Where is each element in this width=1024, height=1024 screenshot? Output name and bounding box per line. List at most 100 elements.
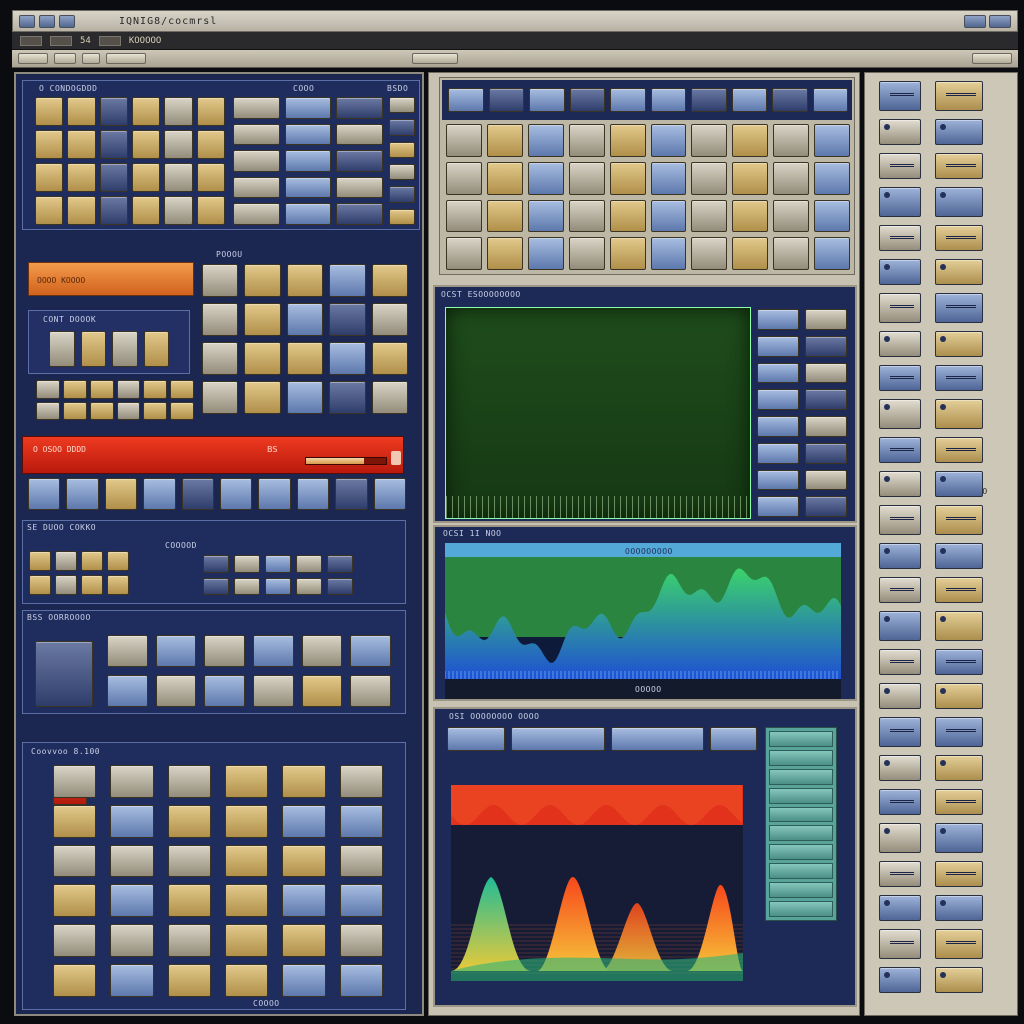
grid-a-button[interactable] [196, 163, 225, 192]
bss-button[interactable] [253, 675, 294, 707]
center-grid-button[interactable] [773, 199, 810, 233]
blue-row-button[interactable] [373, 478, 406, 510]
center-grid-button[interactable] [732, 124, 769, 157]
grid-a-button[interactable] [164, 97, 193, 126]
keypad-button[interactable] [110, 765, 154, 798]
right-column-button[interactable] [935, 895, 983, 921]
keypad-button[interactable] [110, 884, 154, 918]
mid-button[interactable] [329, 342, 366, 375]
center-grid-button[interactable] [527, 124, 564, 157]
toolbar-button-1[interactable] [18, 53, 48, 64]
se-b-button[interactable] [203, 577, 229, 595]
center-grid-button[interactable] [773, 237, 810, 270]
grid-b-button[interactable] [233, 150, 280, 172]
cont-button[interactable] [112, 331, 138, 367]
mid-button[interactable] [244, 342, 281, 375]
heatmap-tool-button[interactable] [710, 727, 757, 751]
small-button[interactable] [170, 401, 194, 420]
readout-row[interactable] [769, 768, 833, 785]
center-grid-button[interactable] [732, 237, 769, 270]
bss-button[interactable] [301, 675, 343, 707]
right-column-button[interactable] [935, 789, 983, 815]
scope-side-button[interactable] [757, 389, 799, 410]
mid-button[interactable] [371, 264, 408, 297]
right-column-button[interactable] [935, 755, 983, 781]
grid-b-button[interactable] [284, 176, 332, 199]
se-b-button[interactable] [203, 555, 229, 573]
strip-button[interactable] [650, 88, 686, 112]
grid-b-button[interactable] [233, 176, 280, 199]
right-column-button[interactable] [879, 789, 921, 815]
blue-row-button[interactable] [143, 478, 176, 510]
readout-row[interactable] [769, 882, 833, 899]
small-button[interactable] [89, 380, 114, 399]
grid-b-button[interactable] [284, 123, 332, 146]
right-column-button[interactable] [879, 929, 921, 959]
cont-button[interactable] [49, 331, 75, 367]
strip-button[interactable] [448, 88, 484, 112]
grid-b-button[interactable] [233, 123, 280, 146]
mid-button[interactable] [286, 264, 324, 297]
right-column-button[interactable] [935, 929, 983, 959]
right-column-button[interactable] [879, 437, 921, 463]
blue-row-button[interactable] [104, 478, 138, 510]
mid-button[interactable] [286, 381, 324, 414]
center-grid-button[interactable] [527, 199, 564, 233]
mid-button[interactable] [286, 303, 324, 336]
center-grid-button[interactable] [486, 237, 523, 270]
grid-a-button[interactable] [67, 130, 96, 159]
bss-button[interactable] [107, 675, 148, 707]
grid-b-button[interactable] [336, 176, 383, 199]
right-column-button[interactable] [935, 471, 983, 497]
grid-a-button[interactable] [196, 196, 225, 225]
readout-row[interactable] [769, 901, 833, 917]
grid-a-button[interactable] [35, 97, 64, 126]
menu-item-edit[interactable] [50, 35, 72, 46]
maximize-button[interactable] [989, 14, 1011, 28]
right-column-button[interactable] [935, 331, 983, 357]
menu-item-view[interactable] [98, 35, 121, 46]
right-column-button[interactable] [879, 895, 921, 921]
se-a-button[interactable] [29, 551, 51, 571]
keypad-button[interactable] [167, 884, 211, 918]
center-grid-button[interactable] [446, 124, 482, 157]
strip-button[interactable] [488, 88, 524, 112]
keypad-button[interactable] [110, 804, 154, 838]
center-grid-button[interactable] [773, 124, 810, 157]
right-column-button[interactable] [879, 471, 921, 497]
grid-a-button[interactable] [99, 163, 128, 192]
grid-c-button[interactable] [389, 119, 415, 136]
se-b-button[interactable] [234, 577, 260, 595]
se-a-button[interactable] [81, 551, 103, 571]
strip-button[interactable] [610, 88, 646, 112]
center-grid-button[interactable] [446, 199, 482, 233]
keypad-button[interactable] [53, 964, 97, 997]
grid-a-button[interactable] [132, 97, 161, 126]
mid-button[interactable] [329, 303, 366, 336]
blue-row-button[interactable] [181, 478, 214, 510]
center-grid-button[interactable] [609, 237, 646, 270]
toolbar-button-3[interactable] [82, 53, 100, 64]
right-column-button[interactable] [879, 153, 921, 179]
se-a-button[interactable] [107, 551, 129, 571]
se-a-button[interactable] [81, 575, 103, 595]
grid-c-button[interactable] [389, 97, 415, 114]
right-column-button[interactable] [879, 259, 921, 285]
se-b-button[interactable] [234, 555, 260, 573]
scope-side-button[interactable] [805, 416, 847, 437]
right-column-button[interactable] [935, 293, 983, 323]
minimize-button[interactable] [964, 14, 986, 28]
grid-a-button[interactable] [99, 97, 128, 126]
scope-side-button[interactable] [757, 309, 799, 330]
grid-c-button[interactable] [389, 186, 415, 203]
red-bar-knob[interactable] [391, 451, 401, 465]
right-column-button[interactable] [879, 683, 921, 709]
keypad-button[interactable] [53, 804, 97, 838]
app-menu-button[interactable] [19, 14, 35, 28]
center-grid-button[interactable] [814, 161, 850, 195]
right-column-button[interactable] [935, 683, 983, 709]
center-grid-button[interactable] [609, 124, 646, 157]
right-column-button[interactable] [935, 187, 983, 217]
strip-button[interactable] [772, 88, 808, 112]
heatmap-tool-button[interactable] [610, 727, 705, 751]
